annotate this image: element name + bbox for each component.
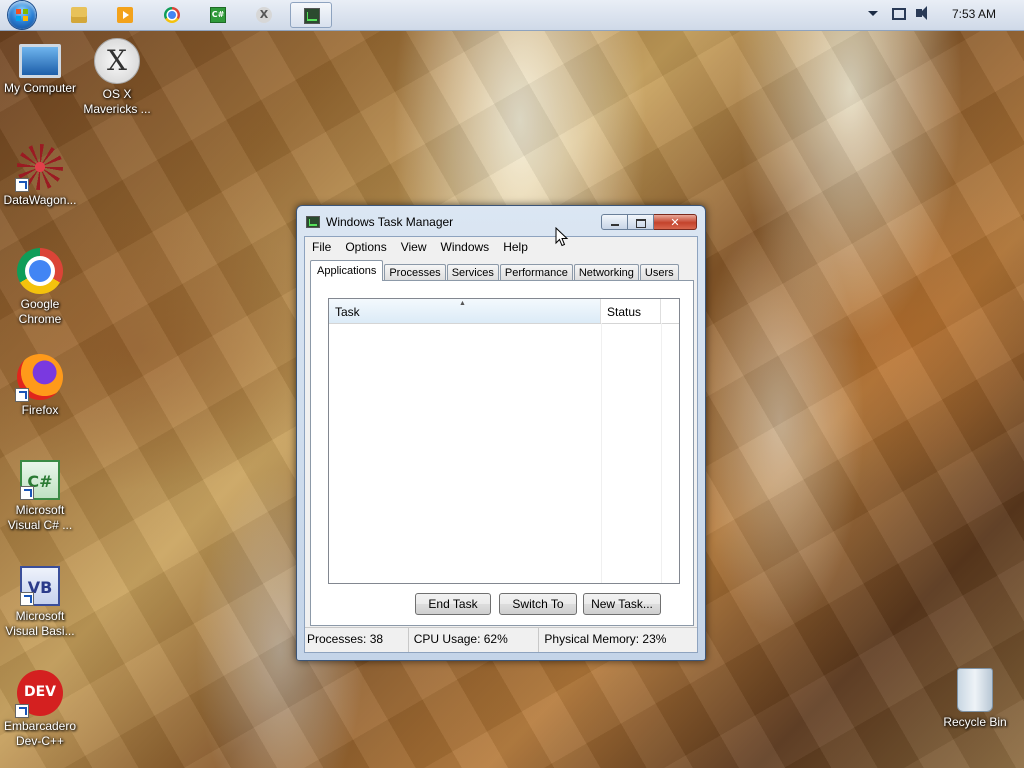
column-header-task[interactable]: ▲ Task bbox=[329, 299, 601, 323]
task-manager-icon bbox=[306, 216, 320, 228]
menu-bar: File Options View Windows Help bbox=[305, 237, 697, 257]
firefox-icon bbox=[15, 354, 63, 402]
column-divider bbox=[601, 323, 602, 583]
taskbar-osx-installer-button[interactable]: X bbox=[243, 2, 285, 28]
show-hidden-icons-chevron-icon[interactable] bbox=[868, 11, 878, 16]
list-header: ▲ Task Status bbox=[329, 299, 679, 324]
desktop-icon-google-chrome[interactable]: Google Chrome bbox=[0, 248, 80, 327]
desktop-icon-label: Embarcadero Dev-C++ bbox=[3, 719, 77, 748]
status-cpu-usage: CPU Usage: 62% bbox=[409, 628, 540, 652]
task-manager-window: Windows Task Manager File Options View W… bbox=[296, 205, 706, 661]
folder-icon bbox=[71, 7, 87, 23]
caption-buttons bbox=[601, 214, 697, 231]
taskbar-folder-button[interactable] bbox=[58, 2, 100, 28]
desktop-icon-label: DataWagon... bbox=[3, 193, 77, 207]
minimize-button[interactable] bbox=[601, 214, 628, 230]
desktop-icon-visual-basic[interactable]: VB Microsoft Visual Basi... bbox=[0, 566, 80, 639]
desktop-icon-label: Microsoft Visual Basi... bbox=[5, 609, 75, 638]
taskbar-media-player-button[interactable] bbox=[104, 2, 146, 28]
menu-windows[interactable]: Windows bbox=[434, 237, 497, 257]
media-player-icon bbox=[117, 7, 133, 23]
tab-applications[interactable]: Applications bbox=[310, 260, 384, 281]
task-manager-icon bbox=[304, 8, 320, 24]
desktop-icon-visual-csharp[interactable]: C# Microsoft Visual C# ... bbox=[0, 460, 80, 533]
osx-mavericks-icon: X bbox=[94, 38, 140, 84]
button-row: End Task Switch To New Task... bbox=[311, 593, 693, 615]
new-task-button[interactable]: New Task... bbox=[583, 593, 661, 615]
switch-to-button[interactable]: Switch To bbox=[499, 593, 577, 615]
network-icon[interactable] bbox=[892, 8, 906, 20]
desktop-icon-datawagon[interactable]: DataWagon... bbox=[0, 144, 80, 208]
tab-users[interactable]: Users bbox=[639, 264, 679, 281]
window-client-area: File Options View Windows Help Applicati… bbox=[304, 236, 698, 653]
chrome-icon bbox=[17, 248, 63, 294]
applications-panel: ▲ Task Status End Task Switch To New Tas… bbox=[310, 280, 694, 626]
status-physical-memory: Physical Memory: 23% bbox=[544, 632, 667, 646]
visual-csharp-icon: C# bbox=[20, 460, 60, 500]
taskbar-chrome-button[interactable] bbox=[151, 2, 193, 28]
desktop-icon-label: Google Chrome bbox=[18, 297, 62, 326]
shortcut-arrow-icon bbox=[15, 178, 29, 192]
tab-networking[interactable]: Networking bbox=[573, 264, 639, 281]
menu-options[interactable]: Options bbox=[338, 237, 393, 257]
desktop-icon-recycle-bin[interactable]: Recycle Bin bbox=[935, 668, 1015, 730]
desktop-icon-my-computer[interactable]: My Computer bbox=[0, 40, 80, 96]
recycle-bin-icon bbox=[957, 668, 993, 712]
desktop-icon-dev-cpp[interactable]: DEV Embarcadero Dev-C++ bbox=[0, 670, 80, 749]
dev-cpp-icon: DEV bbox=[15, 670, 63, 718]
desktop-icon-firefox[interactable]: Firefox bbox=[0, 354, 80, 418]
desktop-icon-label: Microsoft Visual C# ... bbox=[7, 503, 73, 532]
tab-performance[interactable]: Performance bbox=[499, 264, 573, 281]
start-button[interactable] bbox=[8, 1, 36, 29]
menu-help[interactable]: Help bbox=[496, 237, 535, 257]
window-title: Windows Task Manager bbox=[326, 215, 454, 229]
tab-processes[interactable]: Processes bbox=[384, 264, 446, 281]
tab-strip: Applications Processes Services Performa… bbox=[310, 260, 680, 281]
close-button[interactable] bbox=[654, 214, 697, 230]
chrome-icon bbox=[164, 7, 180, 23]
column-header-label: Status bbox=[607, 305, 642, 319]
shortcut-arrow-icon bbox=[15, 704, 29, 718]
column-header-label: Task bbox=[335, 305, 360, 319]
maximize-button[interactable] bbox=[628, 214, 654, 230]
osx-installer-icon: X bbox=[256, 7, 272, 23]
menu-file[interactable]: File bbox=[305, 237, 338, 257]
status-processes: Processes: 38 bbox=[305, 628, 409, 652]
visual-csharp-icon: C# bbox=[210, 7, 226, 23]
taskbar-clock[interactable]: 7:53 AM bbox=[952, 7, 996, 21]
taskbar: C# X 7:53 AM bbox=[0, 0, 1024, 31]
shortcut-arrow-icon bbox=[20, 486, 34, 500]
datawagon-icon bbox=[15, 144, 63, 192]
window-titlebar[interactable]: Windows Task Manager bbox=[297, 206, 705, 236]
sort-ascending-icon: ▲ bbox=[459, 300, 466, 307]
menu-view[interactable]: View bbox=[394, 237, 434, 257]
volume-icon[interactable] bbox=[916, 6, 927, 20]
shortcut-arrow-icon bbox=[20, 592, 34, 606]
column-header-status[interactable]: Status bbox=[601, 299, 661, 323]
task-list[interactable]: ▲ Task Status bbox=[328, 298, 680, 584]
desktop-icon-label: My Computer bbox=[3, 81, 77, 95]
status-bar: Processes: 38 CPU Usage: 62% Physical Me… bbox=[305, 627, 697, 652]
desktop-icon-osx-mavericks[interactable]: X OS X Mavericks ... bbox=[77, 38, 157, 117]
end-task-button[interactable]: End Task bbox=[415, 593, 491, 615]
desktop-icon-label: Recycle Bin bbox=[943, 715, 1007, 729]
shortcut-arrow-icon bbox=[15, 388, 29, 402]
taskbar-task-manager-button[interactable] bbox=[290, 2, 332, 28]
column-divider bbox=[661, 323, 662, 583]
column-header-filler bbox=[661, 299, 679, 323]
visual-basic-icon: VB bbox=[20, 566, 60, 606]
tab-services[interactable]: Services bbox=[446, 264, 499, 281]
desktop-icon-label: OS X Mavericks ... bbox=[83, 87, 151, 116]
computer-icon bbox=[19, 44, 61, 78]
desktop-icon-label: Firefox bbox=[21, 403, 59, 417]
taskbar-visual-csharp-button[interactable]: C# bbox=[197, 2, 239, 28]
